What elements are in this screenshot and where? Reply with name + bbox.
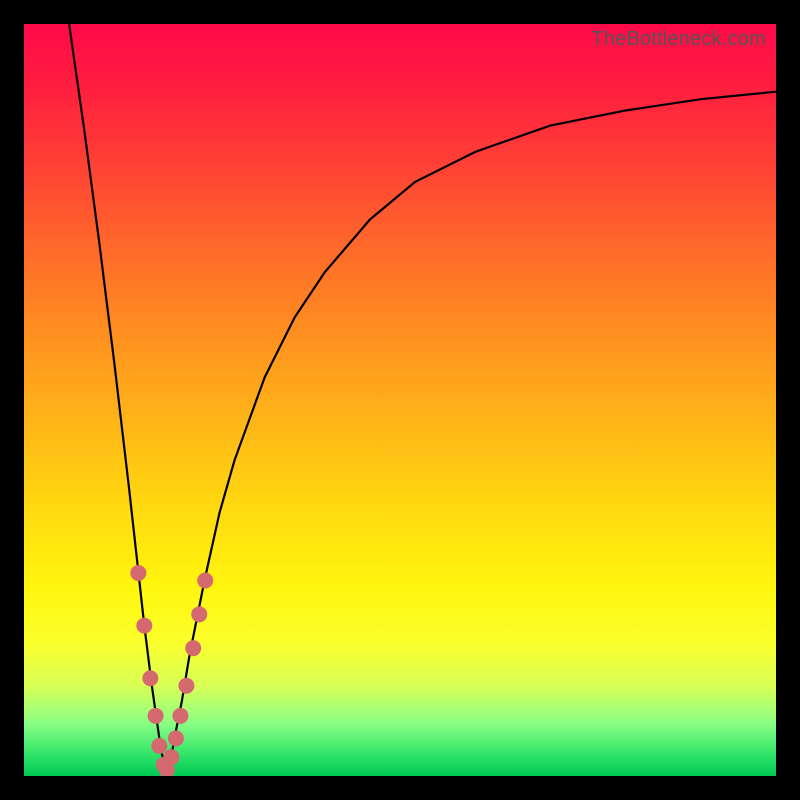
- marker-point: [136, 618, 152, 634]
- marker-point: [178, 678, 194, 694]
- marker-point: [197, 572, 213, 588]
- marker-point: [191, 606, 207, 622]
- marker-point: [168, 730, 184, 746]
- marker-point: [172, 708, 188, 724]
- watermark-text: TheBottleneck.com: [591, 28, 766, 51]
- marker-point: [185, 640, 201, 656]
- marker-point: [163, 749, 179, 765]
- marker-point: [130, 565, 146, 581]
- chart-svg: [24, 24, 776, 776]
- plot-area: TheBottleneck.com: [24, 24, 776, 776]
- marker-point: [142, 670, 158, 686]
- bottleneck-curve: [69, 24, 776, 772]
- marker-point: [151, 738, 167, 754]
- marker-point: [148, 708, 164, 724]
- chart-frame: TheBottleneck.com: [0, 0, 800, 800]
